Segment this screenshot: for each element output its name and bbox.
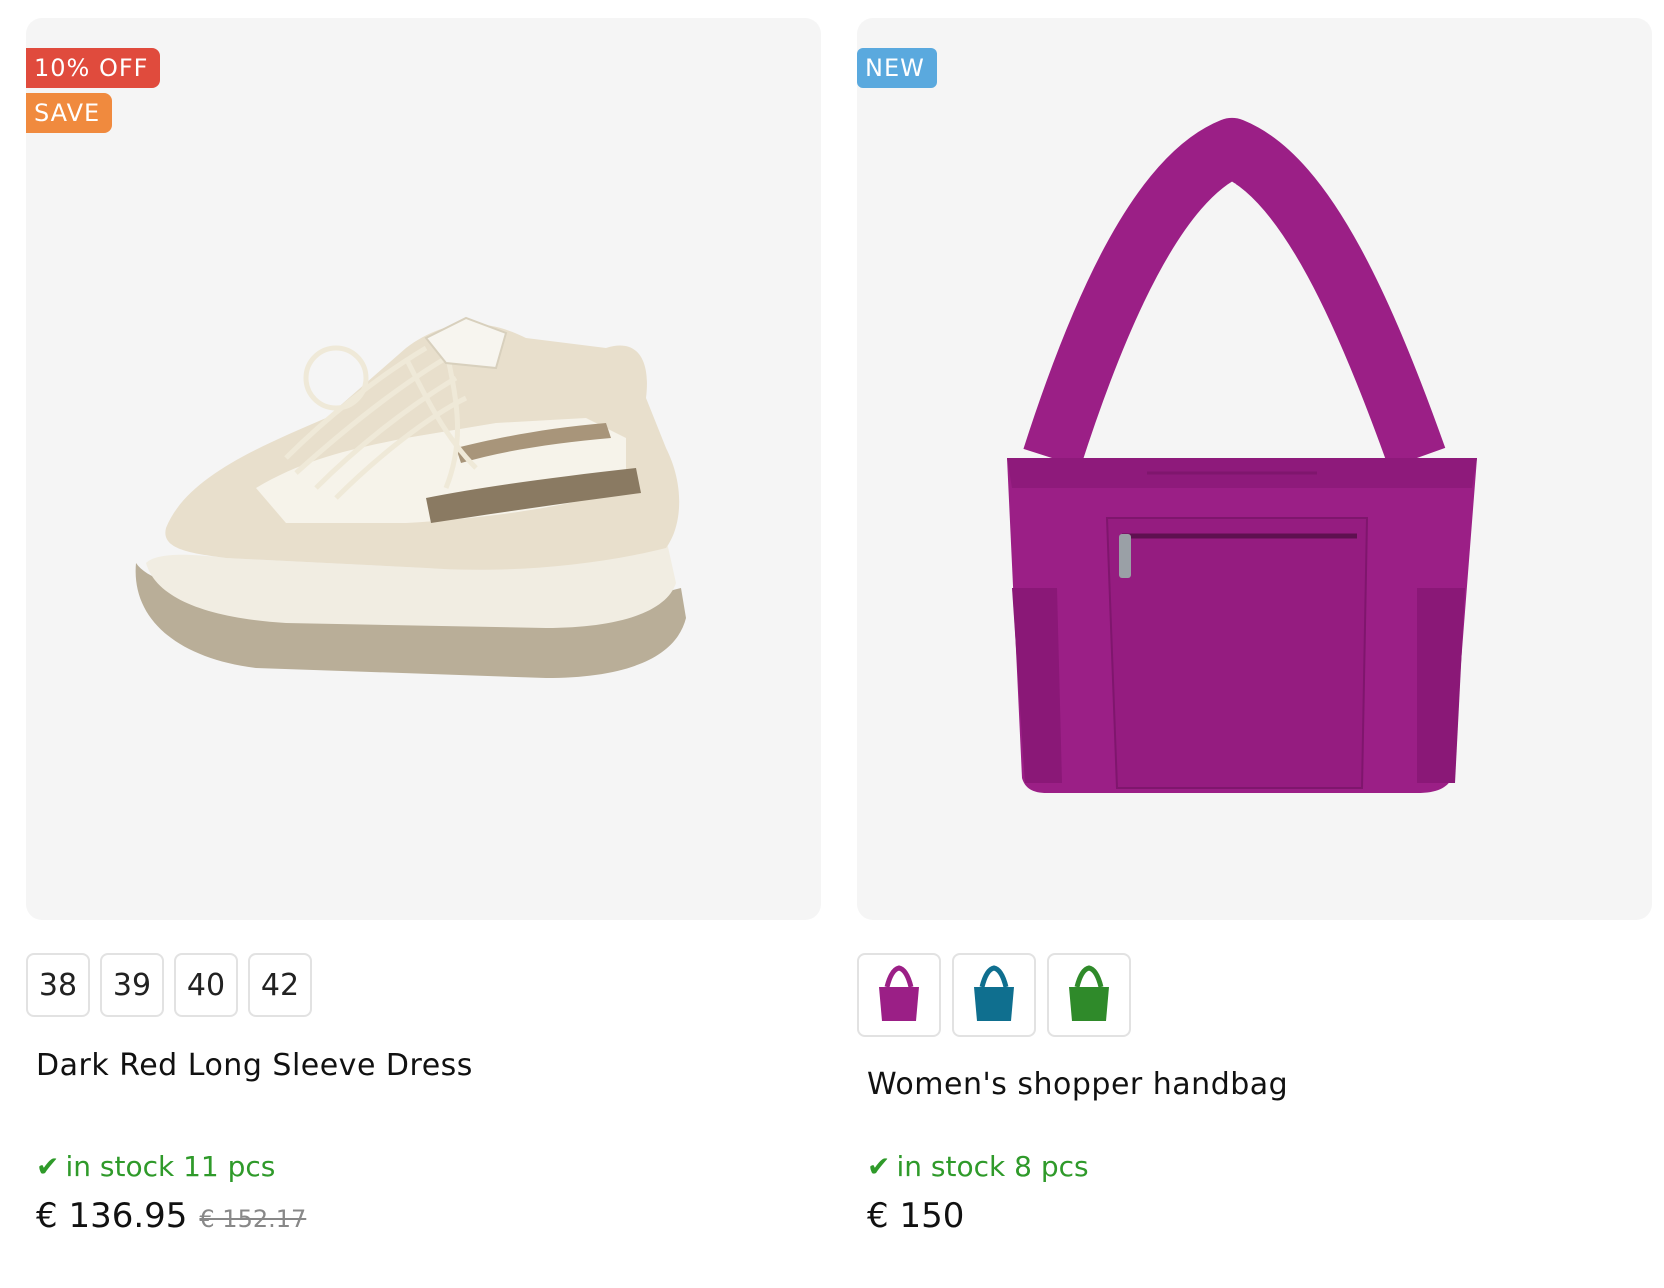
product-title[interactable]: Women's shopper handbag [867,1067,1288,1102]
save-badge: SAVE [26,93,113,133]
checkmark-icon: ✔ [867,1150,891,1183]
stock-status: ✔ in stock 8 pcs [867,1150,1089,1183]
swatch-teal[interactable] [952,953,1036,1037]
product-image-sneaker[interactable]: 10% OFF SAVE [26,18,821,920]
current-price: € 150 [867,1196,965,1236]
size-option-42[interactable]: 42 [248,953,312,1017]
price-row: € 136.95 € 152.17 [36,1196,306,1236]
swatch-green[interactable] [1047,953,1131,1037]
checkmark-icon: ✔ [36,1150,60,1183]
color-swatches [857,953,1131,1037]
original-price: € 152.17 [199,1205,307,1233]
product-card-handbag[interactable]: NEW Women's shopper handbag ✔ in stock 8 … [857,18,1652,1236]
badge-group: 10% OFF SAVE [26,48,161,133]
handbag-image-icon [1007,118,1477,793]
size-options: 38 39 40 42 [26,953,312,1017]
product-card-sneaker[interactable]: 10% OFF SAVE 38 39 40 42 Dark Red Long S… [26,18,821,1236]
stock-status: ✔ in stock 11 pcs [36,1150,275,1183]
stock-text: in stock 11 pcs [65,1150,276,1183]
new-badge: NEW [857,48,937,88]
product-title[interactable]: Dark Red Long Sleeve Dress [36,1048,473,1083]
handbag-purple-icon [879,965,919,1021]
current-price: € 136.95 [36,1196,188,1236]
size-option-39[interactable]: 39 [100,953,164,1017]
badge-group: NEW [857,48,937,88]
sneaker-image-icon [135,316,686,678]
discount-badge: 10% OFF [26,48,161,88]
size-option-38[interactable]: 38 [26,953,90,1017]
swatch-purple[interactable] [857,953,941,1037]
stock-text: in stock 8 pcs [896,1150,1089,1183]
handbag-green-icon [1069,965,1109,1021]
size-option-40[interactable]: 40 [174,953,238,1017]
price-row: € 150 [867,1196,964,1236]
product-image-handbag[interactable]: NEW [857,18,1652,920]
handbag-teal-icon [974,965,1014,1021]
